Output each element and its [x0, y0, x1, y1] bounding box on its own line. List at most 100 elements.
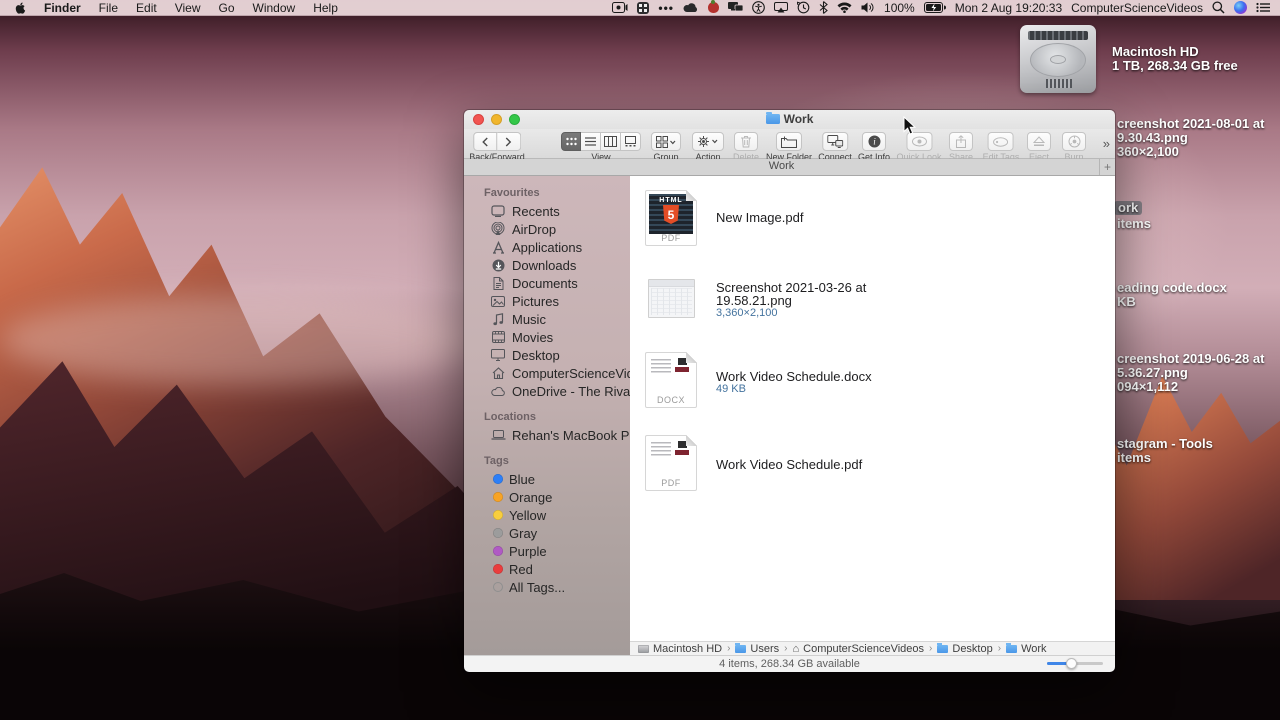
file-name-screenshot-line2[interactable]: 19.58.21.png [716, 294, 792, 307]
action-button-control[interactable] [692, 132, 724, 151]
share-button-control[interactable] [949, 132, 973, 151]
menu-bar-clock[interactable]: Mon 2 Aug 19:20:33 [955, 1, 1062, 15]
path-segment-desktop[interactable]: Desktop [937, 642, 993, 655]
toolbar-overflow-chevron[interactable]: » [1103, 136, 1110, 151]
delete-button-control[interactable] [733, 132, 758, 151]
search-icon[interactable] [1212, 1, 1225, 15]
menu-bar: Finder File Edit View Go Window Help ••• [0, 0, 1280, 16]
sidebar-tag-gray[interactable]: Gray [464, 524, 630, 542]
sidebar-item-airdrop[interactable]: AirDrop [464, 220, 630, 238]
file-name-schedule-pdf[interactable]: Work Video Schedule.pdf [716, 458, 862, 471]
sidebar-item-pictures[interactable]: Pictures [464, 292, 630, 310]
menu-edit[interactable]: Edit [136, 1, 157, 15]
group-button-control[interactable] [651, 132, 681, 151]
sidebar-item-recents[interactable]: Recents [464, 202, 630, 220]
time-machine-icon[interactable] [797, 1, 810, 15]
path-segment-macintosh-hd[interactable]: Macintosh HD [638, 643, 722, 655]
sidebar-item-onedrive[interactable]: OneDrive - The Rival [464, 382, 633, 400]
eject-button-control[interactable] [1027, 132, 1051, 151]
menu-view[interactable]: View [175, 1, 201, 15]
siri-icon[interactable] [1234, 1, 1247, 14]
tab-work[interactable]: Work [464, 160, 1099, 172]
file-name-schedule-docx[interactable]: Work Video Schedule.docx [716, 370, 872, 383]
file-icon-new-image-pdf[interactable]: HTML 5 PDF [645, 190, 697, 246]
eject-button: Eject [1027, 132, 1051, 162]
menu-go[interactable]: Go [219, 1, 235, 15]
burn-button: Burn [1062, 132, 1086, 162]
desktop-item-screenshot-2021[interactable]: creenshot 2021-08-01 at 9.30.43.png 360×… [1117, 117, 1264, 159]
sidebar-item-downloads[interactable]: Downloads [464, 256, 630, 274]
column-view-button[interactable] [601, 132, 621, 151]
sidebar-item-home[interactable]: ComputerScienceVideos [464, 364, 655, 382]
red-app-icon[interactable] [708, 0, 720, 13]
sidebar-item-music[interactable]: Music [464, 310, 630, 328]
new-tab-button[interactable]: + [1099, 159, 1115, 175]
menu-finder[interactable]: Finder [44, 1, 81, 15]
file-meta-schedule-docx-size: 49 KB [716, 383, 746, 395]
view-control: View [561, 132, 641, 162]
airplay-icon[interactable] [774, 1, 789, 15]
list-view-button[interactable] [581, 132, 601, 151]
cloud-status-icon[interactable] [683, 1, 699, 15]
drive-icon [638, 644, 649, 653]
status-bar: 4 items, 268.34 GB available [464, 655, 1115, 672]
file-icon-schedule-docx[interactable]: DOCX [645, 352, 697, 408]
icon-view-button[interactable] [561, 132, 581, 151]
sidebar-item-movies[interactable]: Movies [464, 328, 630, 346]
new-folder-button-control[interactable] [775, 132, 802, 151]
sidebar-item-desktop[interactable]: Desktop [464, 346, 630, 364]
wifi-icon[interactable] [837, 1, 852, 15]
desktop-item-instagram-tools[interactable]: stagram - Tools items [1117, 437, 1213, 465]
macintosh-hd-label[interactable]: Macintosh HD 1 TB, 268.34 GB free [1112, 45, 1238, 73]
desktop-icon [490, 349, 506, 361]
path-segment-users[interactable]: Users [735, 642, 779, 655]
more-dots-icon[interactable]: ••• [658, 1, 674, 15]
menu-help[interactable]: Help [313, 1, 338, 15]
menu-bar-account[interactable]: ComputerScienceVideos [1071, 1, 1203, 15]
menu-file[interactable]: File [99, 1, 118, 15]
sidebar-tag-all[interactable]: All Tags... [464, 578, 630, 596]
sidebar-tag-blue[interactable]: Blue [464, 470, 630, 488]
title-bar[interactable]: Work [464, 110, 1115, 129]
apple-menu-icon[interactable] [14, 1, 26, 15]
sidebar-tag-red[interactable]: Red [464, 560, 630, 578]
path-segment-work[interactable]: Work [1006, 642, 1047, 655]
desktop-item-screenshot-2019[interactable]: creenshot 2019-06-28 at 5.36.27.png 094×… [1117, 352, 1264, 394]
connect-button-control[interactable] [822, 132, 848, 151]
file-name-new-image-pdf[interactable]: New Image.pdf [716, 211, 803, 224]
gallery-view-button[interactable] [621, 132, 641, 151]
sidebar-item-documents[interactable]: Documents [464, 274, 630, 292]
desktop-item-reading-code[interactable]: eading code.docx KB [1117, 281, 1227, 309]
folder-icon [1006, 642, 1018, 653]
bluetooth-icon[interactable] [819, 1, 828, 15]
burn-button-control[interactable] [1062, 132, 1086, 151]
folder-icon [765, 112, 780, 124]
home-icon: ⌂ [792, 642, 800, 655]
sidebar-item-applications[interactable]: Applications [464, 238, 630, 256]
sidebar-tag-purple[interactable]: Purple [464, 542, 630, 560]
notification-center-icon[interactable] [1256, 1, 1270, 15]
slider-knob[interactable] [1066, 658, 1077, 669]
accessibility-icon[interactable] [752, 1, 765, 15]
music-icon [490, 312, 506, 326]
sidebar-tag-orange[interactable]: Orange [464, 488, 630, 506]
menu-window[interactable]: Window [253, 1, 296, 15]
volume-icon[interactable] [861, 1, 875, 15]
file-icon-schedule-pdf[interactable]: PDF [645, 435, 697, 491]
path-segment-user-home[interactable]: ⌂ ComputerScienceVideos [793, 643, 925, 655]
grid-app-icon[interactable] [637, 1, 650, 14]
sidebar-tag-yellow[interactable]: Yellow [464, 506, 630, 524]
icon-size-slider[interactable] [1047, 658, 1103, 669]
displays-icon[interactable] [728, 1, 744, 15]
forward-button[interactable] [497, 132, 521, 151]
screen-recording-icon[interactable] [612, 1, 628, 15]
sidebar-item-macbook[interactable]: Rehan's MacBook Pro [464, 426, 641, 444]
desktop-item-work-folder[interactable]: ork items [1114, 201, 1151, 231]
get-info-button-control[interactable]: i [862, 132, 886, 151]
macintosh-hd-desktop-icon[interactable] [1020, 25, 1096, 93]
edit-tags-button-control[interactable] [987, 132, 1014, 151]
share-button: Share [949, 132, 973, 162]
battery-charging-icon[interactable] [923, 1, 946, 15]
back-button[interactable] [473, 132, 497, 151]
file-icon-screenshot-png[interactable] [648, 279, 695, 318]
